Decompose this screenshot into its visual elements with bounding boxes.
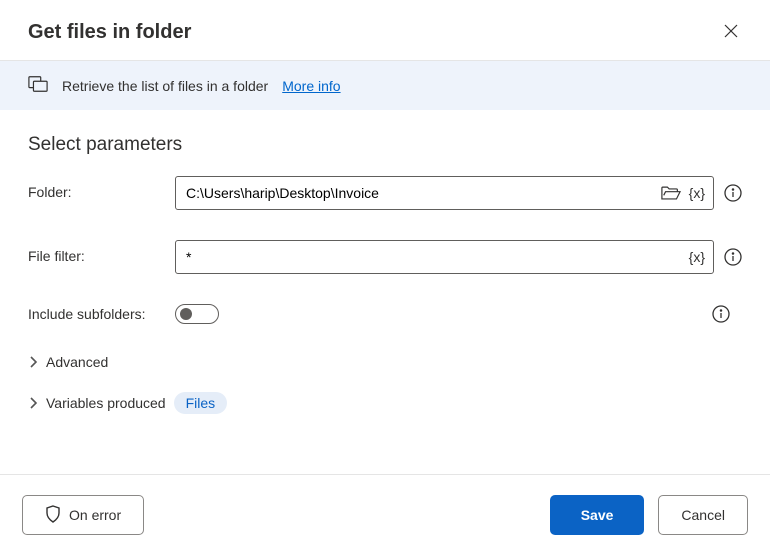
variable-picker-icon[interactable]: {x} xyxy=(689,249,705,265)
variables-produced-collapsible[interactable]: Variables produced Files xyxy=(28,392,742,414)
close-icon xyxy=(724,24,738,41)
cancel-button[interactable]: Cancel xyxy=(658,495,748,535)
folder-input[interactable] xyxy=(186,185,661,201)
include-subfolders-label: Include subfolders: xyxy=(28,306,175,322)
variable-pill[interactable]: Files xyxy=(174,392,228,414)
section-title: Select parameters xyxy=(28,134,742,156)
include-subfolders-row: Include subfolders: xyxy=(28,304,742,324)
file-filter-input[interactable] xyxy=(186,249,689,265)
dialog-header: Get files in folder xyxy=(0,0,770,61)
on-error-label: On error xyxy=(69,507,121,523)
chevron-right-icon xyxy=(28,397,38,409)
save-button[interactable]: Save xyxy=(550,495,645,535)
dialog-body: Select parameters Folder: {x} xyxy=(0,110,770,474)
toggle-knob xyxy=(180,308,192,320)
variable-picker-icon[interactable]: {x} xyxy=(689,185,705,201)
shield-icon xyxy=(45,505,61,526)
dialog-footer: On error Save Cancel xyxy=(0,474,770,555)
variables-produced-label: Variables produced xyxy=(46,395,166,411)
folder-input-wrapper[interactable]: {x} xyxy=(175,176,714,210)
browse-folder-icon[interactable] xyxy=(661,186,681,201)
folder-row: Folder: {x} xyxy=(28,176,742,210)
folder-icon xyxy=(28,75,48,96)
file-filter-input-wrapper[interactable]: {x} xyxy=(175,240,714,274)
file-filter-row: File filter: {x} xyxy=(28,240,742,274)
close-button[interactable] xyxy=(717,18,745,46)
info-banner: Retrieve the list of files in a folder M… xyxy=(0,61,770,110)
include-subfolders-toggle[interactable] xyxy=(175,304,219,324)
file-filter-label: File filter: xyxy=(28,240,163,264)
folder-label: Folder: xyxy=(28,176,163,200)
info-icon[interactable] xyxy=(712,305,730,323)
info-icon[interactable] xyxy=(724,248,742,266)
chevron-right-icon xyxy=(28,356,38,368)
advanced-collapsible[interactable]: Advanced xyxy=(28,354,742,370)
more-info-link[interactable]: More info xyxy=(282,78,340,94)
on-error-button[interactable]: On error xyxy=(22,495,144,535)
banner-text: Retrieve the list of files in a folder xyxy=(62,78,268,94)
advanced-label: Advanced xyxy=(46,354,108,370)
info-icon[interactable] xyxy=(724,184,742,202)
dialog-title: Get files in folder xyxy=(28,21,191,44)
